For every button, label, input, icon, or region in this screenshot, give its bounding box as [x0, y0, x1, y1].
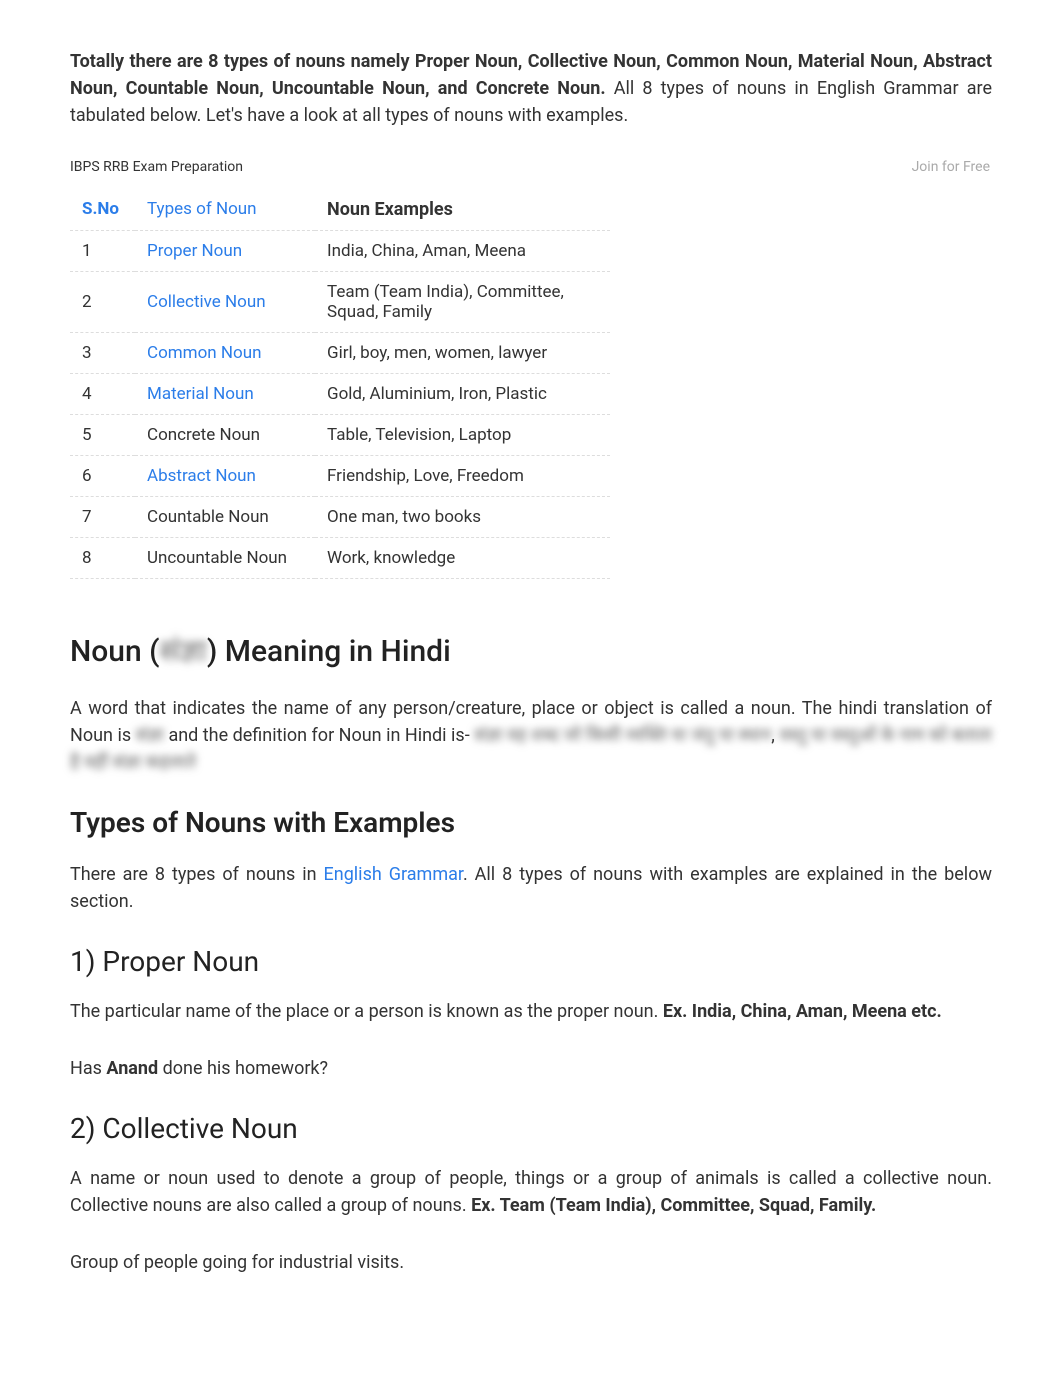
noun-type-link[interactable]: Abstract Noun — [147, 466, 256, 486]
hindi-para: A word that indicates the name of any pe… — [70, 695, 992, 776]
cell-sno: 7 — [70, 496, 135, 537]
cell-sno: 3 — [70, 332, 135, 373]
table-body: 1 Proper Noun India, China, Aman, Meena 2 Co… — [70, 230, 610, 579]
proper-sentence-post: done his homework? — [158, 1058, 328, 1079]
cell-examples: Friendship, Love, Freedom — [315, 455, 610, 496]
cell-sno: 4 — [70, 373, 135, 414]
proper-noun-para: The particular name of the place or a pe… — [70, 998, 992, 1025]
table-row: 7Countable NounOne man, two books — [70, 496, 610, 537]
proper-noun-heading: 1) Proper Noun — [70, 945, 992, 978]
hindi-blur1: संज्ञा — [136, 725, 164, 746]
sno-header-text: S.No — [82, 199, 119, 219]
floating-header: IBPS RRB Exam Preparation Join for Free — [70, 159, 610, 189]
proper-noun-sentence: Has Anand done his homework? — [70, 1055, 992, 1082]
cell-examples: India, China, Aman, Meena — [315, 230, 610, 271]
proper-noun-bold: Ex. India, China, Aman, Meena etc. — [663, 1001, 942, 1022]
cell-sno: 8 — [70, 537, 135, 579]
noun-type-link[interactable]: Material Noun — [147, 384, 254, 404]
cell-sno: 6 — [70, 455, 135, 496]
cell-sno: 2 — [70, 271, 135, 332]
table-row: 8Uncountable NounWork, knowledge — [70, 537, 610, 579]
table-header-row: S.No Types of Noun Noun Examples — [70, 189, 610, 230]
noun-type-link[interactable]: Collective Noun — [147, 292, 266, 312]
cell-type[interactable]: Material Noun — [135, 373, 315, 414]
header-type: Types of Noun — [135, 189, 315, 230]
cell-sno: 5 — [70, 414, 135, 455]
hindi-heading-pre: Noun ( — [70, 634, 160, 669]
join-free-link[interactable]: Join for Free — [912, 159, 990, 175]
header-examples: Noun Examples — [315, 189, 610, 230]
collective-sentence: Group of people going for industrial vis… — [70, 1249, 992, 1276]
table-row: 5Concrete NounTable, Television, Laptop — [70, 414, 610, 455]
collective-noun-heading: 2) Collective Noun — [70, 1112, 992, 1145]
proper-noun-pre: The particular name of the place or a pe… — [70, 1001, 663, 1022]
cell-type: Countable Noun — [135, 496, 315, 537]
cell-sno: 1 — [70, 230, 135, 271]
noun-type-link[interactable]: Proper Noun — [147, 241, 242, 261]
table-row: 2 Collective Noun Team (Team India), Commi… — [70, 271, 610, 332]
header-breadcrumb[interactable]: IBPS RRB Exam Preparation — [70, 159, 243, 175]
types-para-pre: There are 8 types of nouns in — [70, 864, 324, 885]
types-heading: Types of Nouns with Examples — [70, 806, 992, 839]
hindi-heading-post: ) Meaning in Hindi — [207, 634, 451, 669]
intro-paragraph: Totally there are 8 types of nouns namel… — [70, 48, 992, 129]
proper-sentence-bold: Anand — [106, 1058, 158, 1079]
cell-examples: Team (Team India), Committee, Squad, Fam… — [315, 271, 610, 332]
cell-examples: Table, Television, Laptop — [315, 414, 610, 455]
proper-sentence-pre: Has — [70, 1058, 106, 1079]
collective-noun-para: A name or noun used to denote a group of… — [70, 1165, 992, 1219]
english-grammar-link[interactable]: English Grammar — [324, 864, 463, 885]
noun-types-table: S.No Types of Noun Noun Examples 1 Proper… — [70, 189, 610, 579]
cell-examples: Girl, boy, men, women, lawyer — [315, 332, 610, 373]
table-row: 1 Proper Noun India, China, Aman, Meena — [70, 230, 610, 271]
collective-bold: Ex. Team (Team India), Committee, Squad,… — [471, 1195, 876, 1216]
table-row: 6 Abstract Noun Friendship, Love, Freedom — [70, 455, 610, 496]
type-header-text: Types of Noun — [147, 199, 257, 219]
cell-type[interactable]: Proper Noun — [135, 230, 315, 271]
cell-examples: Gold, Aluminium, Iron, Plastic — [315, 373, 610, 414]
cell-type: Concrete Noun — [135, 414, 315, 455]
table-row: 4 Material Noun Gold, Aluminium, Iron, Pla… — [70, 373, 610, 414]
hindi-heading: Noun (संज्ञा) Meaning in Hindi — [70, 629, 992, 670]
document-content: Totally there are 8 types of nouns namel… — [0, 0, 1062, 1366]
cell-examples: Work, knowledge — [315, 537, 610, 579]
intro-bold2: Countable Noun, Uncountable Noun, and Co… — [117, 78, 605, 99]
types-para: There are 8 types of nouns in English Gr… — [70, 861, 992, 915]
cell-type[interactable]: Abstract Noun — [135, 455, 315, 496]
cell-type: Uncountable Noun — [135, 537, 315, 579]
header-sno: S.No — [70, 189, 135, 230]
cell-type[interactable]: Collective Noun — [135, 271, 315, 332]
hindi-blur2: संज्ञा वह शब्द जो किसी व्यक्ति या जंतु य… — [474, 725, 771, 746]
hindi-para-mid: and the definition for Noun in Hindi is- — [164, 725, 474, 746]
hindi-heading-blur: संज्ञा — [160, 634, 207, 669]
table-row: 3 Common Noun Girl, boy, men, women, lawye… — [70, 332, 610, 373]
noun-type-link[interactable]: Common Noun — [147, 343, 261, 363]
cell-type[interactable]: Common Noun — [135, 332, 315, 373]
noun-table-wrapper: IBPS RRB Exam Preparation Join for Free … — [70, 159, 610, 579]
cell-examples: One man, two books — [315, 496, 610, 537]
